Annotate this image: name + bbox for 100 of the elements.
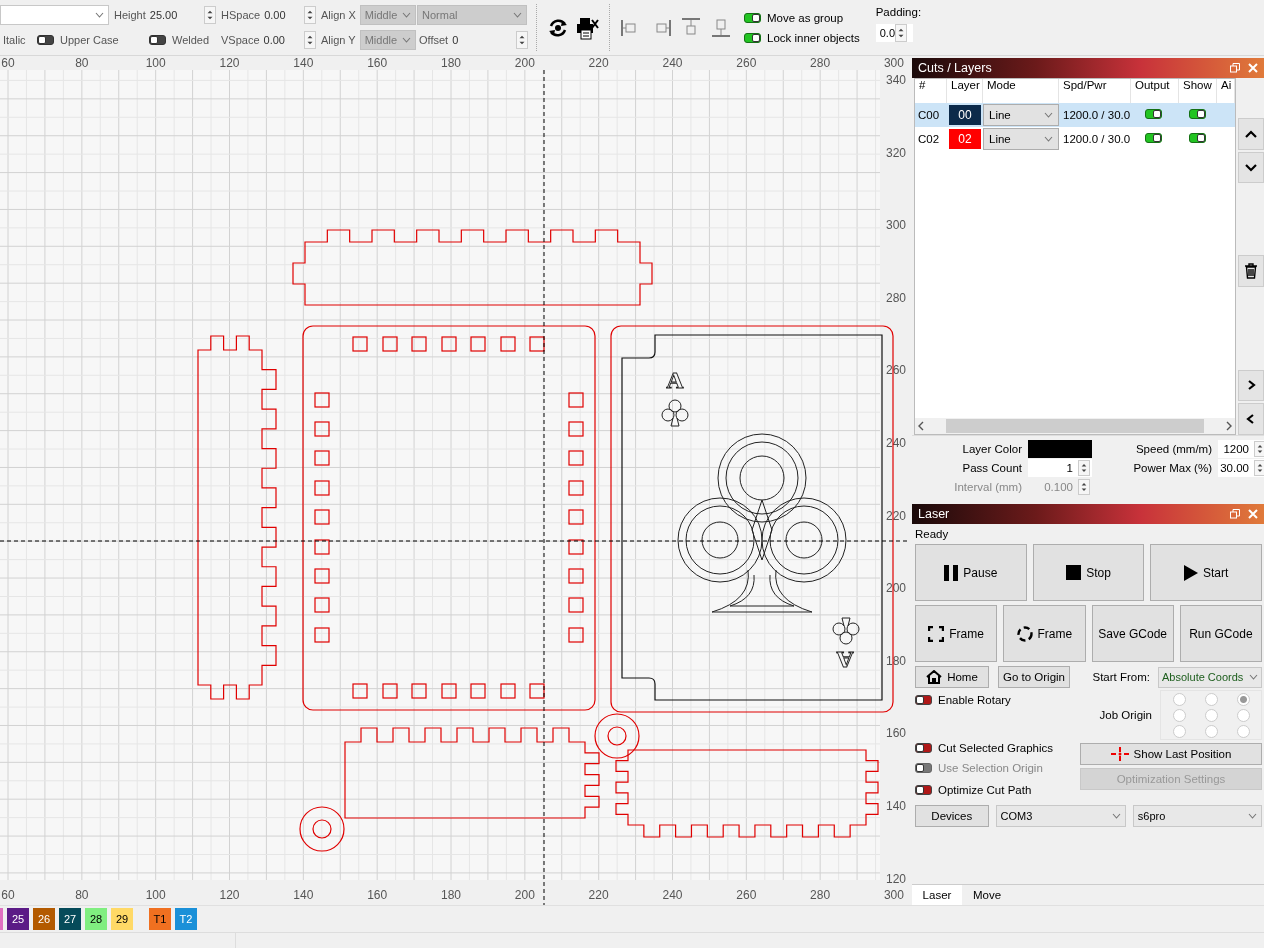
- laser-control-button[interactable]: Run GCode: [1179, 605, 1262, 662]
- toggle-switch[interactable]: [1145, 109, 1162, 119]
- ruler-label: 160: [367, 888, 388, 902]
- printer-scissors-icon[interactable]: [575, 15, 599, 40]
- toggle-switch[interactable]: [915, 784, 932, 795]
- layer-row[interactable]: C00 00 Line 1200.0 / 30.0: [915, 103, 1235, 127]
- toggle-switch[interactable]: [1189, 133, 1206, 143]
- layer-row[interactable]: C02 02 Line 1200.0 / 30.0: [915, 127, 1235, 151]
- toggle-switch[interactable]: [1189, 109, 1206, 119]
- mode-dropdown[interactable]: Line: [983, 104, 1059, 126]
- layer-swatch[interactable]: 02: [949, 129, 981, 149]
- delete-button[interactable]: [1238, 255, 1264, 288]
- laser-control-button[interactable]: Pause: [915, 544, 1027, 601]
- rotate-eye-icon[interactable]: [547, 16, 569, 39]
- ruler-label: 60: [1, 56, 15, 70]
- move-up-button[interactable]: [1238, 118, 1264, 150]
- radio-button[interactable]: [1172, 692, 1186, 706]
- stop-icon: [1066, 565, 1082, 580]
- close-icon[interactable]: [1248, 509, 1258, 519]
- laser-control-button[interactable]: Frame: [1003, 605, 1086, 662]
- color-swatch[interactable]: [0, 908, 3, 930]
- slot-outline: [500, 683, 516, 699]
- scroll-left-icon[interactable]: [918, 421, 924, 431]
- scroll-right-icon[interactable]: [1226, 421, 1232, 431]
- radio-button[interactable]: [1204, 692, 1218, 706]
- radio-button[interactable]: [1172, 708, 1186, 722]
- radio-button[interactable]: [1236, 708, 1250, 722]
- laser-control-button[interactable]: Frame: [915, 605, 998, 662]
- slot-outline: [314, 568, 330, 584]
- close-icon[interactable]: [1248, 63, 1258, 73]
- expand-button[interactable]: [1238, 369, 1264, 402]
- color-swatch[interactable]: 26: [33, 908, 55, 930]
- toggle-switch[interactable]: [744, 32, 761, 43]
- device-dropdown[interactable]: s6pro: [1132, 805, 1262, 827]
- move-down-button[interactable]: [1238, 151, 1264, 184]
- layer-color-swatch[interactable]: [1028, 439, 1092, 458]
- spin-buttons[interactable]: [1078, 459, 1090, 476]
- laser-control-button[interactable]: Save GCode: [1091, 605, 1174, 662]
- number-field[interactable]: 25.00: [149, 8, 178, 21]
- color-swatch[interactable]: 27: [59, 908, 81, 930]
- spin-buttons[interactable]: [1254, 440, 1264, 457]
- color-swatch[interactable]: 25: [7, 908, 29, 930]
- show-last-position-button[interactable]: Show Last Position: [1080, 743, 1262, 765]
- spin-buttons[interactable]: [304, 5, 316, 24]
- field-label: Align Y: [321, 33, 356, 46]
- pass-count-field[interactable]: 1: [1028, 458, 1092, 477]
- option-label: Upper Case: [60, 33, 119, 46]
- power-max-field[interactable]: 30.00: [1218, 458, 1264, 477]
- color-swatch[interactable]: 29: [111, 908, 133, 930]
- restore-icon[interactable]: [1230, 509, 1240, 519]
- number-field[interactable]: 0: [452, 33, 459, 46]
- spin-buttons[interactable]: [204, 5, 216, 24]
- go-to-origin-button[interactable]: Go to Origin: [998, 666, 1070, 688]
- laser-control-button[interactable]: Start: [1150, 544, 1262, 601]
- radio-button[interactable]: [1236, 692, 1250, 706]
- toggle-switch[interactable]: [915, 743, 932, 753]
- padding-field[interactable]: 0.0: [875, 24, 913, 42]
- option-label: Italic: [3, 33, 26, 46]
- color-swatch[interactable]: T1: [149, 908, 171, 930]
- spin-buttons[interactable]: [895, 24, 907, 42]
- caret-icon: [1111, 813, 1121, 819]
- radio-button[interactable]: [1204, 708, 1218, 722]
- port-dropdown[interactable]: COM3: [995, 805, 1126, 827]
- radio-button[interactable]: [1204, 724, 1218, 738]
- toggle-switch[interactable]: [1145, 133, 1162, 143]
- slot-outline: [568, 627, 584, 643]
- ruler-label: 100: [145, 56, 166, 70]
- laser-control-button[interactable]: Stop: [1032, 544, 1145, 601]
- spin-buttons[interactable]: [516, 30, 528, 49]
- toggle-switch[interactable]: [37, 34, 54, 45]
- restore-icon[interactable]: [1230, 63, 1240, 73]
- speed-field[interactable]: 1200: [1218, 439, 1264, 458]
- spin-buttons[interactable]: [304, 30, 316, 49]
- align-bottom-icon[interactable]: [710, 16, 732, 39]
- spin-buttons[interactable]: [1078, 478, 1090, 495]
- start-from-dropdown[interactable]: Absolute Coords: [1158, 666, 1262, 688]
- status-text: Ready: [915, 527, 950, 542]
- slot-outline: [314, 450, 330, 466]
- ruler-label: 120: [219, 56, 240, 70]
- toggle-switch[interactable]: [915, 695, 932, 705]
- toggle-switch[interactable]: [149, 34, 166, 45]
- panel-tab[interactable]: Laser: [912, 885, 962, 905]
- field-label: Power Max (%): [1132, 461, 1213, 474]
- home-button[interactable]: Home: [915, 666, 989, 688]
- number-field[interactable]: 0.00: [264, 8, 286, 21]
- caret-icon: [402, 11, 411, 18]
- mode-dropdown[interactable]: Line: [983, 128, 1059, 150]
- devices-button[interactable]: Devices: [915, 805, 989, 827]
- radio-button[interactable]: [1172, 724, 1186, 738]
- color-swatch[interactable]: 28: [85, 908, 107, 930]
- chevron-up-icon: [1245, 128, 1257, 139]
- toggle-switch[interactable]: [744, 12, 761, 23]
- radio-button[interactable]: [1236, 724, 1250, 738]
- horizontal-scrollbar[interactable]: [915, 418, 1235, 434]
- layer-swatch[interactable]: 00: [949, 105, 981, 125]
- option-label: Optimize Cut Path: [938, 783, 1032, 796]
- ruler-label: 220: [588, 888, 609, 902]
- spin-buttons[interactable]: [1254, 459, 1264, 476]
- number-field[interactable]: 0.00: [263, 33, 285, 46]
- collapse-button[interactable]: [1238, 403, 1264, 435]
